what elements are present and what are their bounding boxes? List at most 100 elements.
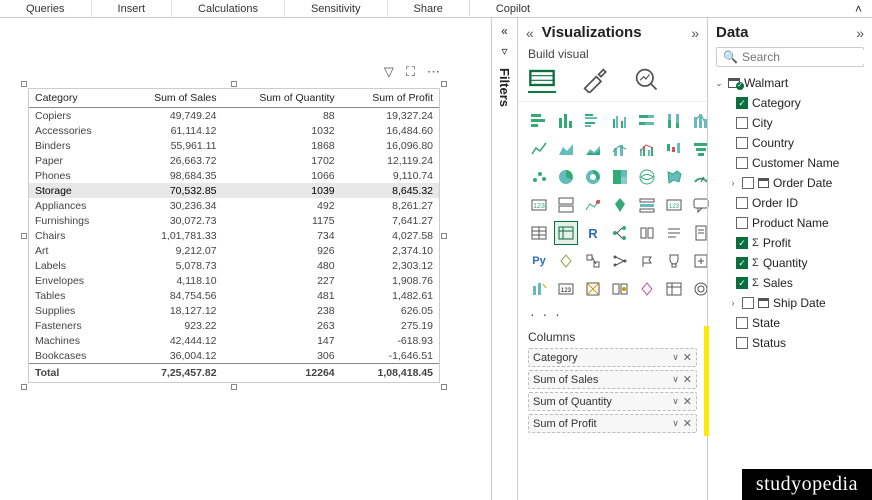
- matrix-table[interactable]: Category Sum of Sales Sum of Quantity Su…: [28, 88, 440, 383]
- focus-mode-icon[interactable]: ⛶: [406, 64, 415, 80]
- field-item[interactable]: ✓Category: [714, 93, 866, 113]
- ribbon-tab-share[interactable]: Share: [387, 0, 469, 18]
- stacked-column-icon[interactable]: [555, 110, 577, 132]
- viz-extra-4-icon[interactable]: [609, 278, 631, 300]
- checkbox[interactable]: [736, 337, 748, 349]
- viz-extra-6-icon[interactable]: [663, 278, 685, 300]
- table-row[interactable]: Appliances30,236.344928,261.27: [29, 198, 439, 213]
- more-options-icon[interactable]: ⋯: [427, 64, 440, 80]
- trophy-icon[interactable]: [663, 250, 685, 272]
- col-header-category[interactable]: Category: [29, 89, 122, 108]
- stacked-area-icon[interactable]: [582, 138, 604, 160]
- field-well-profit[interactable]: Sum of Profit ∨ ✕: [528, 414, 697, 433]
- col-header-profit[interactable]: Sum of Profit: [341, 89, 439, 108]
- key-influencers-icon[interactable]: [636, 222, 658, 244]
- table-row[interactable]: Chairs1,01,781.337344,027.58: [29, 228, 439, 243]
- power-automate-icon[interactable]: [582, 250, 604, 272]
- text-slicer-icon[interactable]: 123: [663, 194, 685, 216]
- narrative-icon[interactable]: [663, 222, 685, 244]
- treemap-icon[interactable]: [609, 166, 631, 188]
- ribbon-tab-insert[interactable]: Insert: [91, 0, 172, 18]
- checkbox[interactable]: [742, 297, 754, 309]
- table-row[interactable]: Bookcases36,004.12306-1,646.51: [29, 348, 439, 364]
- ribbon-tab-sensitivity[interactable]: Sensitivity: [284, 0, 387, 18]
- checkbox[interactable]: [736, 157, 748, 169]
- field-item[interactable]: ✓ΣQuantity: [714, 253, 866, 273]
- clustered-column-icon[interactable]: [609, 110, 631, 132]
- chevron-right-icon[interactable]: ›: [728, 178, 738, 188]
- area-chart-icon[interactable]: [555, 138, 577, 160]
- table-row[interactable]: Tables84,754.564811,482.61: [29, 288, 439, 303]
- field-well-sales[interactable]: Sum of Sales ∨ ✕: [528, 370, 697, 389]
- field-item[interactable]: ›Order Date: [714, 173, 866, 193]
- expand-filters-icon[interactable]: «: [501, 24, 508, 38]
- remove-field-icon[interactable]: ✕: [683, 351, 692, 364]
- checkbox[interactable]: ✓: [736, 257, 748, 269]
- matrix-icon[interactable]: [555, 222, 577, 244]
- table-row[interactable]: Fasteners923.22263275.19: [29, 318, 439, 333]
- format-visual-tab[interactable]: [580, 65, 608, 93]
- checkbox[interactable]: [736, 197, 748, 209]
- table-row[interactable]: Machines42,444.12147-618.93: [29, 333, 439, 348]
- field-item[interactable]: Status: [714, 333, 866, 353]
- chevron-down-icon[interactable]: ⌄: [714, 78, 724, 89]
- col-header-sales[interactable]: Sum of Sales: [122, 89, 223, 108]
- chevron-right-icon[interactable]: ›: [728, 298, 738, 308]
- checkbox[interactable]: ✓: [736, 277, 748, 289]
- checkbox[interactable]: [742, 177, 754, 189]
- clustered-bar-icon[interactable]: [582, 110, 604, 132]
- table-row[interactable]: Copiers49,749.248819,327.24: [29, 108, 439, 124]
- viz-extra-1-icon[interactable]: [528, 278, 550, 300]
- table-node-walmart[interactable]: ⌄ Walmart: [714, 73, 866, 93]
- field-item[interactable]: State: [714, 313, 866, 333]
- field-item[interactable]: City: [714, 113, 866, 133]
- donut-icon[interactable]: [582, 166, 604, 188]
- checkbox[interactable]: [736, 137, 748, 149]
- search-fields-input[interactable]: 🔍: [716, 47, 864, 67]
- viz-extra-2-icon[interactable]: 123: [555, 278, 577, 300]
- chevron-down-icon[interactable]: ∨: [672, 374, 679, 385]
- field-well-category[interactable]: Category ∨ ✕: [528, 348, 697, 367]
- table-row[interactable]: Supplies18,127.12238626.05: [29, 303, 439, 318]
- python-visual-icon[interactable]: Py: [528, 250, 550, 272]
- search-input[interactable]: [742, 50, 872, 64]
- card-icon[interactable]: 123: [528, 194, 550, 216]
- checkbox[interactable]: [736, 217, 748, 229]
- table-row[interactable]: Furnishings30,072.7311757,641.27: [29, 213, 439, 228]
- scatter-icon[interactable]: [528, 166, 550, 188]
- collapse-viz-icon[interactable]: «: [526, 25, 534, 41]
- field-well-quantity[interactable]: Sum of Quantity ∨ ✕: [528, 392, 697, 411]
- line-clustered-column-icon[interactable]: [636, 138, 658, 160]
- table-row[interactable]: Phones98,684.3510669,110.74: [29, 168, 439, 183]
- remove-field-icon[interactable]: ✕: [683, 395, 692, 408]
- kpi-icon[interactable]: [582, 194, 604, 216]
- azure-map-icon[interactable]: [609, 194, 631, 216]
- viz-more-button[interactable]: · · ·: [518, 304, 707, 324]
- ribbon-tab-calculations[interactable]: Calculations: [171, 0, 284, 18]
- filters-pane-collapsed[interactable]: « ▿ Filters: [491, 18, 517, 500]
- report-canvas[interactable]: ▽ ⛶ ⋯ Category Sum of Sales Sum of Quant…: [0, 18, 491, 500]
- build-visual-tab[interactable]: [528, 65, 556, 93]
- line-column-icon[interactable]: [609, 138, 631, 160]
- line-chart-icon[interactable]: [528, 138, 550, 160]
- chevron-down-icon[interactable]: ∨: [672, 418, 679, 429]
- table-visual[interactable]: ▽ ⛶ ⋯ Category Sum of Sales Sum of Quant…: [28, 88, 440, 383]
- checkbox[interactable]: ✓: [736, 97, 748, 109]
- checkbox[interactable]: ✓: [736, 237, 748, 249]
- power-apps-icon[interactable]: [555, 250, 577, 272]
- table-icon[interactable]: [528, 222, 550, 244]
- r-visual-icon[interactable]: R: [582, 222, 604, 244]
- table-row[interactable]: Labels5,078.734802,303.12: [29, 258, 439, 273]
- stacked-bar-100-icon[interactable]: [636, 110, 658, 132]
- table-row[interactable]: Binders55,961.11186816,096.80: [29, 138, 439, 153]
- remove-field-icon[interactable]: ✕: [683, 417, 692, 430]
- table-row[interactable]: Art9,212.079262,374.10: [29, 243, 439, 258]
- chevron-down-icon[interactable]: ∨: [672, 396, 679, 407]
- filter-icon[interactable]: ▽: [384, 64, 394, 80]
- ribbon-tab-copilot[interactable]: Copilot: [469, 0, 556, 18]
- expand-data-icon[interactable]: »: [856, 25, 864, 41]
- decomposition-icon[interactable]: [609, 222, 631, 244]
- sankey-icon[interactable]: [609, 250, 631, 272]
- field-item[interactable]: Product Name: [714, 213, 866, 233]
- ribbon-tab-queries[interactable]: Queries: [0, 0, 91, 18]
